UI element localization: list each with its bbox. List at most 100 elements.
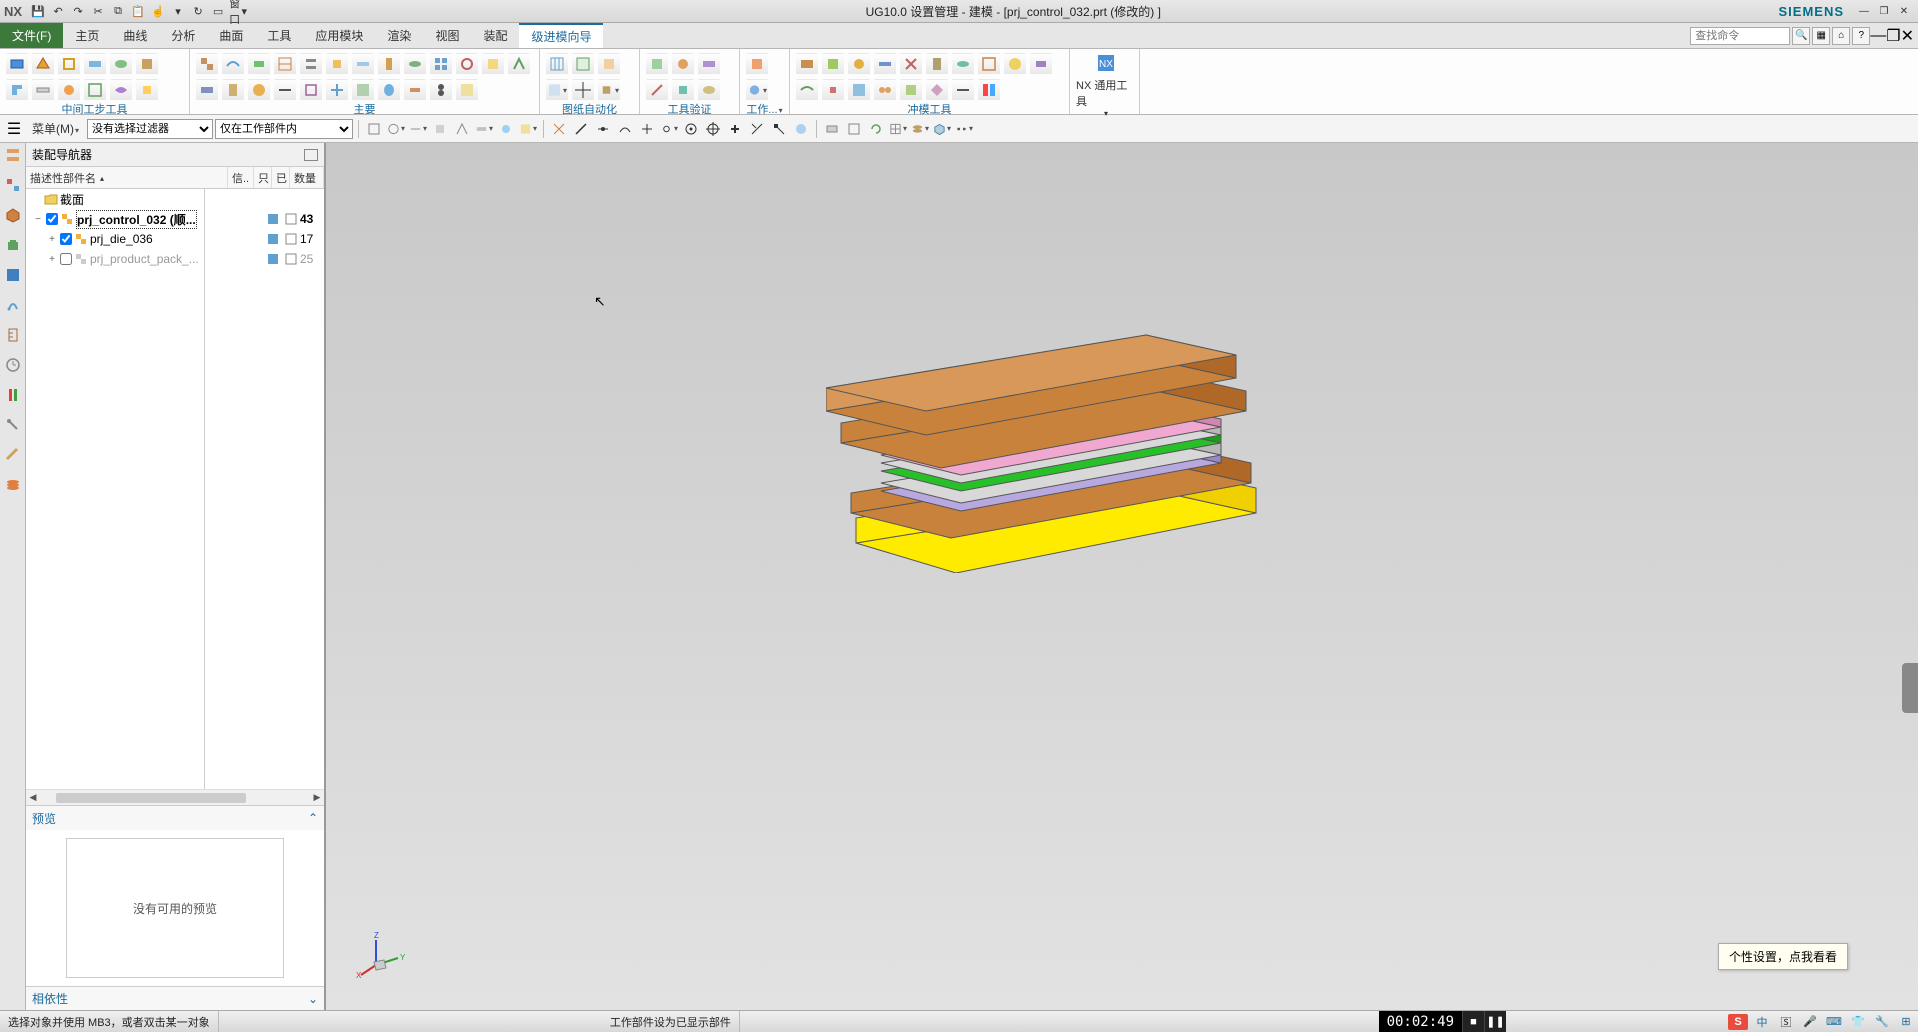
ribbon-icon[interactable] <box>508 53 530 75</box>
column-info[interactable]: 信.. <box>228 167 254 188</box>
qat-cut-icon[interactable]: ✂ <box>89 2 107 20</box>
tree-row[interactable]: − prj_control_032 (顺... 43 <box>26 209 324 229</box>
qat-redo-icon[interactable]: ↷ <box>69 2 87 20</box>
help-home-icon[interactable]: ⌂ <box>1832 27 1850 45</box>
rail-part-icon[interactable] <box>3 205 23 225</box>
ribbon-icon[interactable] <box>926 79 948 101</box>
ribbon-icon[interactable] <box>196 53 218 75</box>
ime-grid-icon[interactable]: ⊞ <box>1896 1014 1916 1030</box>
window-menu[interactable]: 窗口▾ <box>229 2 247 20</box>
tree-row[interactable]: + prj_product_pack_... 25 <box>26 249 324 269</box>
ribbon-icon[interactable] <box>378 53 400 75</box>
ribbon-icon[interactable] <box>572 53 594 75</box>
view-refresh-icon[interactable] <box>866 119 886 139</box>
selbar-icon[interactable] <box>452 119 472 139</box>
snap-sphere-icon[interactable] <box>791 119 811 139</box>
tab-view[interactable]: 视图 <box>423 23 471 48</box>
stop-button[interactable]: ■ <box>1462 1011 1484 1032</box>
tree-checkbox[interactable] <box>46 213 58 225</box>
ribbon-icon[interactable] <box>848 53 870 75</box>
ribbon-icon[interactable] <box>822 53 844 75</box>
doc-close-button[interactable]: ✕ <box>1901 26 1914 46</box>
nx-general-tools-button[interactable]: NX NX 通用工具 ▾ <box>1076 51 1136 118</box>
preview-header[interactable]: 预览 ⌃ <box>26 806 324 830</box>
tab-analysis[interactable]: 分析 <box>159 23 207 48</box>
ribbon-icon[interactable] <box>874 79 896 101</box>
ribbon-icon-dropdown[interactable] <box>598 79 620 101</box>
ribbon-icon[interactable] <box>822 79 844 101</box>
doc-restore-button[interactable]: ❐ <box>1886 26 1900 46</box>
qat-paste-icon[interactable]: 📋 <box>129 2 147 20</box>
view-icon[interactable] <box>844 119 864 139</box>
ime-lang-icon[interactable]: 中 <box>1752 1014 1772 1030</box>
ime-tool-icon[interactable]: 🔧 <box>1872 1014 1892 1030</box>
column-count[interactable]: 数量 <box>290 167 324 188</box>
qat-refresh-icon[interactable]: ↻ <box>189 2 207 20</box>
ribbon-icon[interactable] <box>84 79 106 101</box>
expand-icon[interactable]: ⌄ <box>308 992 318 1006</box>
dependencies-header[interactable]: 相依性 ⌄ <box>26 986 324 1010</box>
ribbon-icon[interactable] <box>598 53 620 75</box>
tree-checkbox[interactable] <box>60 253 72 265</box>
snap-intersect-icon[interactable] <box>637 119 657 139</box>
ribbon-icon[interactable] <box>136 79 158 101</box>
tooltip[interactable]: 个性设置，点我看看 <box>1718 943 1848 970</box>
tab-render[interactable]: 渲染 <box>375 23 423 48</box>
selbar-icon[interactable] <box>364 119 384 139</box>
rail-history-icon[interactable] <box>3 235 23 255</box>
scroll-left-icon[interactable]: ◀ <box>26 792 40 803</box>
3d-viewport[interactable]: ↖ <box>326 143 1918 1010</box>
tab-curve[interactable]: 曲线 <box>111 23 159 48</box>
snap-curve-icon[interactable] <box>615 119 635 139</box>
ribbon-icon[interactable] <box>698 53 720 75</box>
side-tab-handle[interactable] <box>1902 663 1918 713</box>
snap-plus-icon[interactable] <box>725 119 745 139</box>
ribbon-icon[interactable] <box>952 53 974 75</box>
rail-internet-icon[interactable] <box>3 295 23 315</box>
rail-color-icon[interactable] <box>3 385 23 405</box>
ribbon-icon-dropdown[interactable] <box>546 79 568 101</box>
rail-teamcenter-icon[interactable] <box>3 265 23 285</box>
tab-surface[interactable]: 曲面 <box>207 23 255 48</box>
snap-target-icon[interactable] <box>703 119 723 139</box>
view-icon[interactable] <box>822 119 842 139</box>
tab-tools[interactable]: 工具 <box>255 23 303 48</box>
snap-line-icon[interactable] <box>571 119 591 139</box>
rail-probe-icon[interactable] <box>3 415 23 435</box>
ribbon-icon[interactable] <box>978 53 1000 75</box>
help-question-icon[interactable]: ? <box>1852 27 1870 45</box>
tab-application[interactable]: 应用模块 <box>303 23 375 48</box>
ribbon-icon[interactable] <box>456 79 478 101</box>
navigator-tree[interactable]: 截面 − prj_control_032 (顺... 43 + prj_die_… <box>26 189 324 789</box>
orientation-triad[interactable]: Z Y X <box>356 930 406 980</box>
search-button[interactable]: 🔍 <box>1792 27 1810 45</box>
selbar-icon[interactable] <box>408 119 428 139</box>
menu-button[interactable]: 菜单(M) <box>26 118 85 139</box>
ime-skin-icon[interactable]: 👕 <box>1848 1014 1868 1030</box>
snap-line2-icon[interactable] <box>593 119 613 139</box>
ribbon-icon[interactable] <box>672 53 694 75</box>
rail-assembly-navigator-icon[interactable] <box>3 145 23 165</box>
ribbon-icon[interactable] <box>84 53 106 75</box>
rail-sketch-icon[interactable] <box>3 445 23 465</box>
navigator-expand-button[interactable] <box>304 149 318 161</box>
ribbon-icon[interactable] <box>352 53 374 75</box>
scroll-right-icon[interactable]: ▶ <box>310 792 324 803</box>
snap-more-icon[interactable] <box>659 119 679 139</box>
ribbon-icon[interactable] <box>482 53 504 75</box>
ribbon-icon[interactable] <box>430 53 452 75</box>
view-cube-icon[interactable] <box>932 119 952 139</box>
selbar-icon[interactable] <box>496 119 516 139</box>
ribbon-icon[interactable] <box>978 79 1000 101</box>
column-readonly[interactable]: 只 <box>254 167 272 188</box>
ribbon-icon[interactable] <box>6 53 28 75</box>
ribbon-icon[interactable] <box>1030 53 1052 75</box>
ribbon-icon[interactable] <box>300 53 322 75</box>
ime-sogou-icon[interactable]: S <box>1728 1014 1748 1030</box>
ribbon-icon[interactable] <box>32 79 54 101</box>
scroll-thumb[interactable] <box>56 793 246 803</box>
ribbon-icon[interactable] <box>926 53 948 75</box>
close-button[interactable]: ✕ <box>1896 4 1912 18</box>
scope-filter-dropdown[interactable]: 仅在工作部件内 <box>215 119 353 139</box>
ribbon-icon[interactable] <box>222 53 244 75</box>
